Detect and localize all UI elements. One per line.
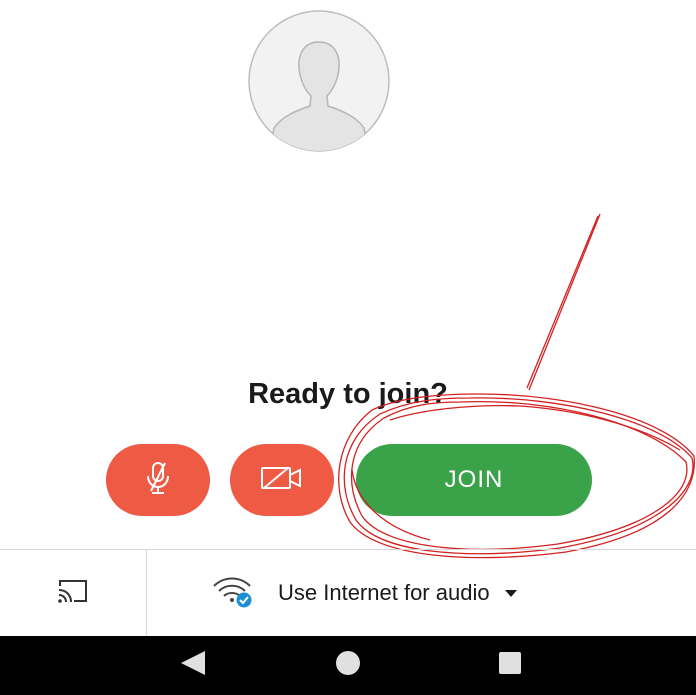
nav-home-button[interactable]: [318, 636, 378, 695]
default-user-avatar-icon: [248, 10, 390, 152]
meeting-prejoin-screen: Ready to join? JOIN Use Internet for aud…: [0, 0, 696, 695]
nav-recent-apps-button[interactable]: [480, 636, 540, 695]
audio-option-button[interactable]: Use Internet for audio: [210, 550, 518, 636]
camera-toggle-button[interactable]: [230, 444, 334, 516]
home-circle-icon: [334, 649, 362, 682]
mic-off-icon: [143, 461, 173, 500]
bottom-bar: Use Internet for audio: [0, 550, 696, 636]
ready-to-join-title: Ready to join?: [248, 378, 448, 410]
wifi-audio-check-icon: [210, 574, 254, 613]
join-button[interactable]: JOIN: [356, 444, 592, 516]
recent-apps-square-icon: [497, 650, 523, 681]
caret-down-icon: [504, 588, 518, 598]
system-navigation-bar: [0, 636, 696, 695]
cast-button[interactable]: [0, 550, 147, 636]
back-triangle-icon: [177, 649, 207, 682]
nav-back-button[interactable]: [162, 636, 222, 695]
cast-icon: [56, 578, 90, 609]
mic-toggle-button[interactable]: [106, 444, 210, 516]
camera-off-icon: [260, 464, 304, 497]
audio-option-label: Use Internet for audio: [278, 580, 490, 605]
